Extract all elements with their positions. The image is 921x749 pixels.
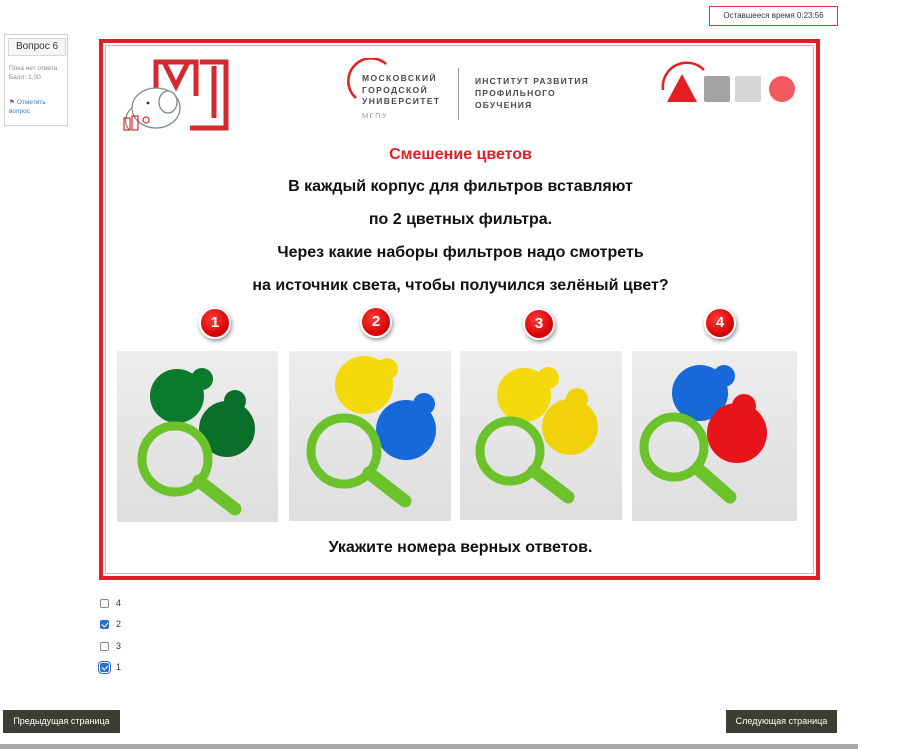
filters-green-green — [137, 368, 255, 516]
filters-blue-red — [639, 365, 767, 504]
filter-photo-1 — [117, 351, 278, 522]
filters-yellow-yellow — [475, 367, 598, 504]
question-number: Вопрос 6 — [8, 38, 66, 56]
answer-status: Пока нет ответа — [9, 65, 58, 72]
answer-option-1[interactable]: 1 — [98, 661, 160, 675]
checkbox-checked[interactable] — [100, 620, 109, 629]
horizontal-scrollbar[interactable] — [0, 744, 858, 749]
institute-line: ИНСТИТУТ РАЗВИТИЯ — [475, 76, 589, 86]
filter-photo-4 — [632, 351, 797, 521]
picture-number-badge: 1 — [199, 307, 231, 339]
question-grade: Балл: 1,00 — [9, 73, 41, 81]
timer: Оставшееся время 0:23:56 — [709, 6, 838, 26]
task-text-line: Через какие наборы фильтров надо смотрет… — [277, 244, 644, 261]
task-text-line: по 2 цветных фильтра. — [368, 211, 553, 228]
mgpu-line: УНИВЕРСИТЕТ — [362, 96, 441, 106]
task-footer: Укажите номера верных ответов. — [328, 539, 593, 556]
answer-option-2[interactable]: 2 — [100, 618, 160, 632]
answer-option-4[interactable]: 4 — [100, 597, 160, 611]
previous-page-button[interactable]: Предыдущая страница — [3, 710, 120, 733]
question-info-panel: Вопрос 6 Пока нет ответа Балл: 1,00 ⚑ Отм… — [4, 34, 68, 126]
task-title: Смешение цветов — [389, 146, 532, 163]
picture-number-badge: 3 — [523, 308, 555, 340]
answer-label: 3 — [116, 641, 122, 651]
checkbox-checked[interactable] — [98, 661, 111, 674]
institute-line: ПРОФИЛЬНОГО — [475, 88, 556, 98]
answer-label: 1 — [116, 662, 122, 672]
mgpu-abbr: МГПУ — [362, 111, 389, 120]
answer-option-3[interactable]: 3 — [100, 640, 160, 654]
checkbox[interactable] — [100, 599, 109, 608]
flag-question-link[interactable]: ⚑ Отметить вопрос — [9, 99, 67, 116]
mgpu-line: МОСКОВСКИЙ — [362, 73, 437, 83]
mgpu-line: ГОРОДСКОЙ — [362, 84, 429, 95]
institute-line: ОБУЧЕНИЯ — [475, 100, 533, 110]
filter-photo-3 — [460, 351, 622, 520]
institute-name: ИНСТИТУТ РАЗВИТИЯ ПРОФИЛЬНОГО ОБУЧЕНИЯ — [475, 75, 589, 111]
checkbox[interactable] — [100, 642, 109, 651]
flag-icon: ⚑ — [9, 99, 15, 106]
answer-label: 2 — [116, 619, 122, 629]
header-divider — [458, 68, 459, 120]
picture-number-badge: 2 — [360, 306, 392, 338]
question-status: Пока нет ответа Балл: 1,00 — [9, 65, 67, 82]
picture-number-badge: 4 — [704, 307, 736, 339]
institute-shapes-logo — [661, 61, 795, 102]
mgpu-name: МОСКОВСКИЙ ГОРОДСКОЙ УНИВЕРСИТЕТ — [362, 73, 441, 108]
task-text-line: на источник света, чтобы получился зелён… — [252, 277, 669, 294]
next-page-button[interactable]: Следующая страница — [726, 710, 837, 733]
filter-photo-2 — [289, 351, 451, 521]
elephant-logo — [123, 59, 229, 131]
task-text-line: В каждый корпус для фильтров вставляют — [288, 178, 633, 195]
filters-yellow-blue — [306, 356, 436, 508]
answer-label: 4 — [116, 598, 122, 608]
